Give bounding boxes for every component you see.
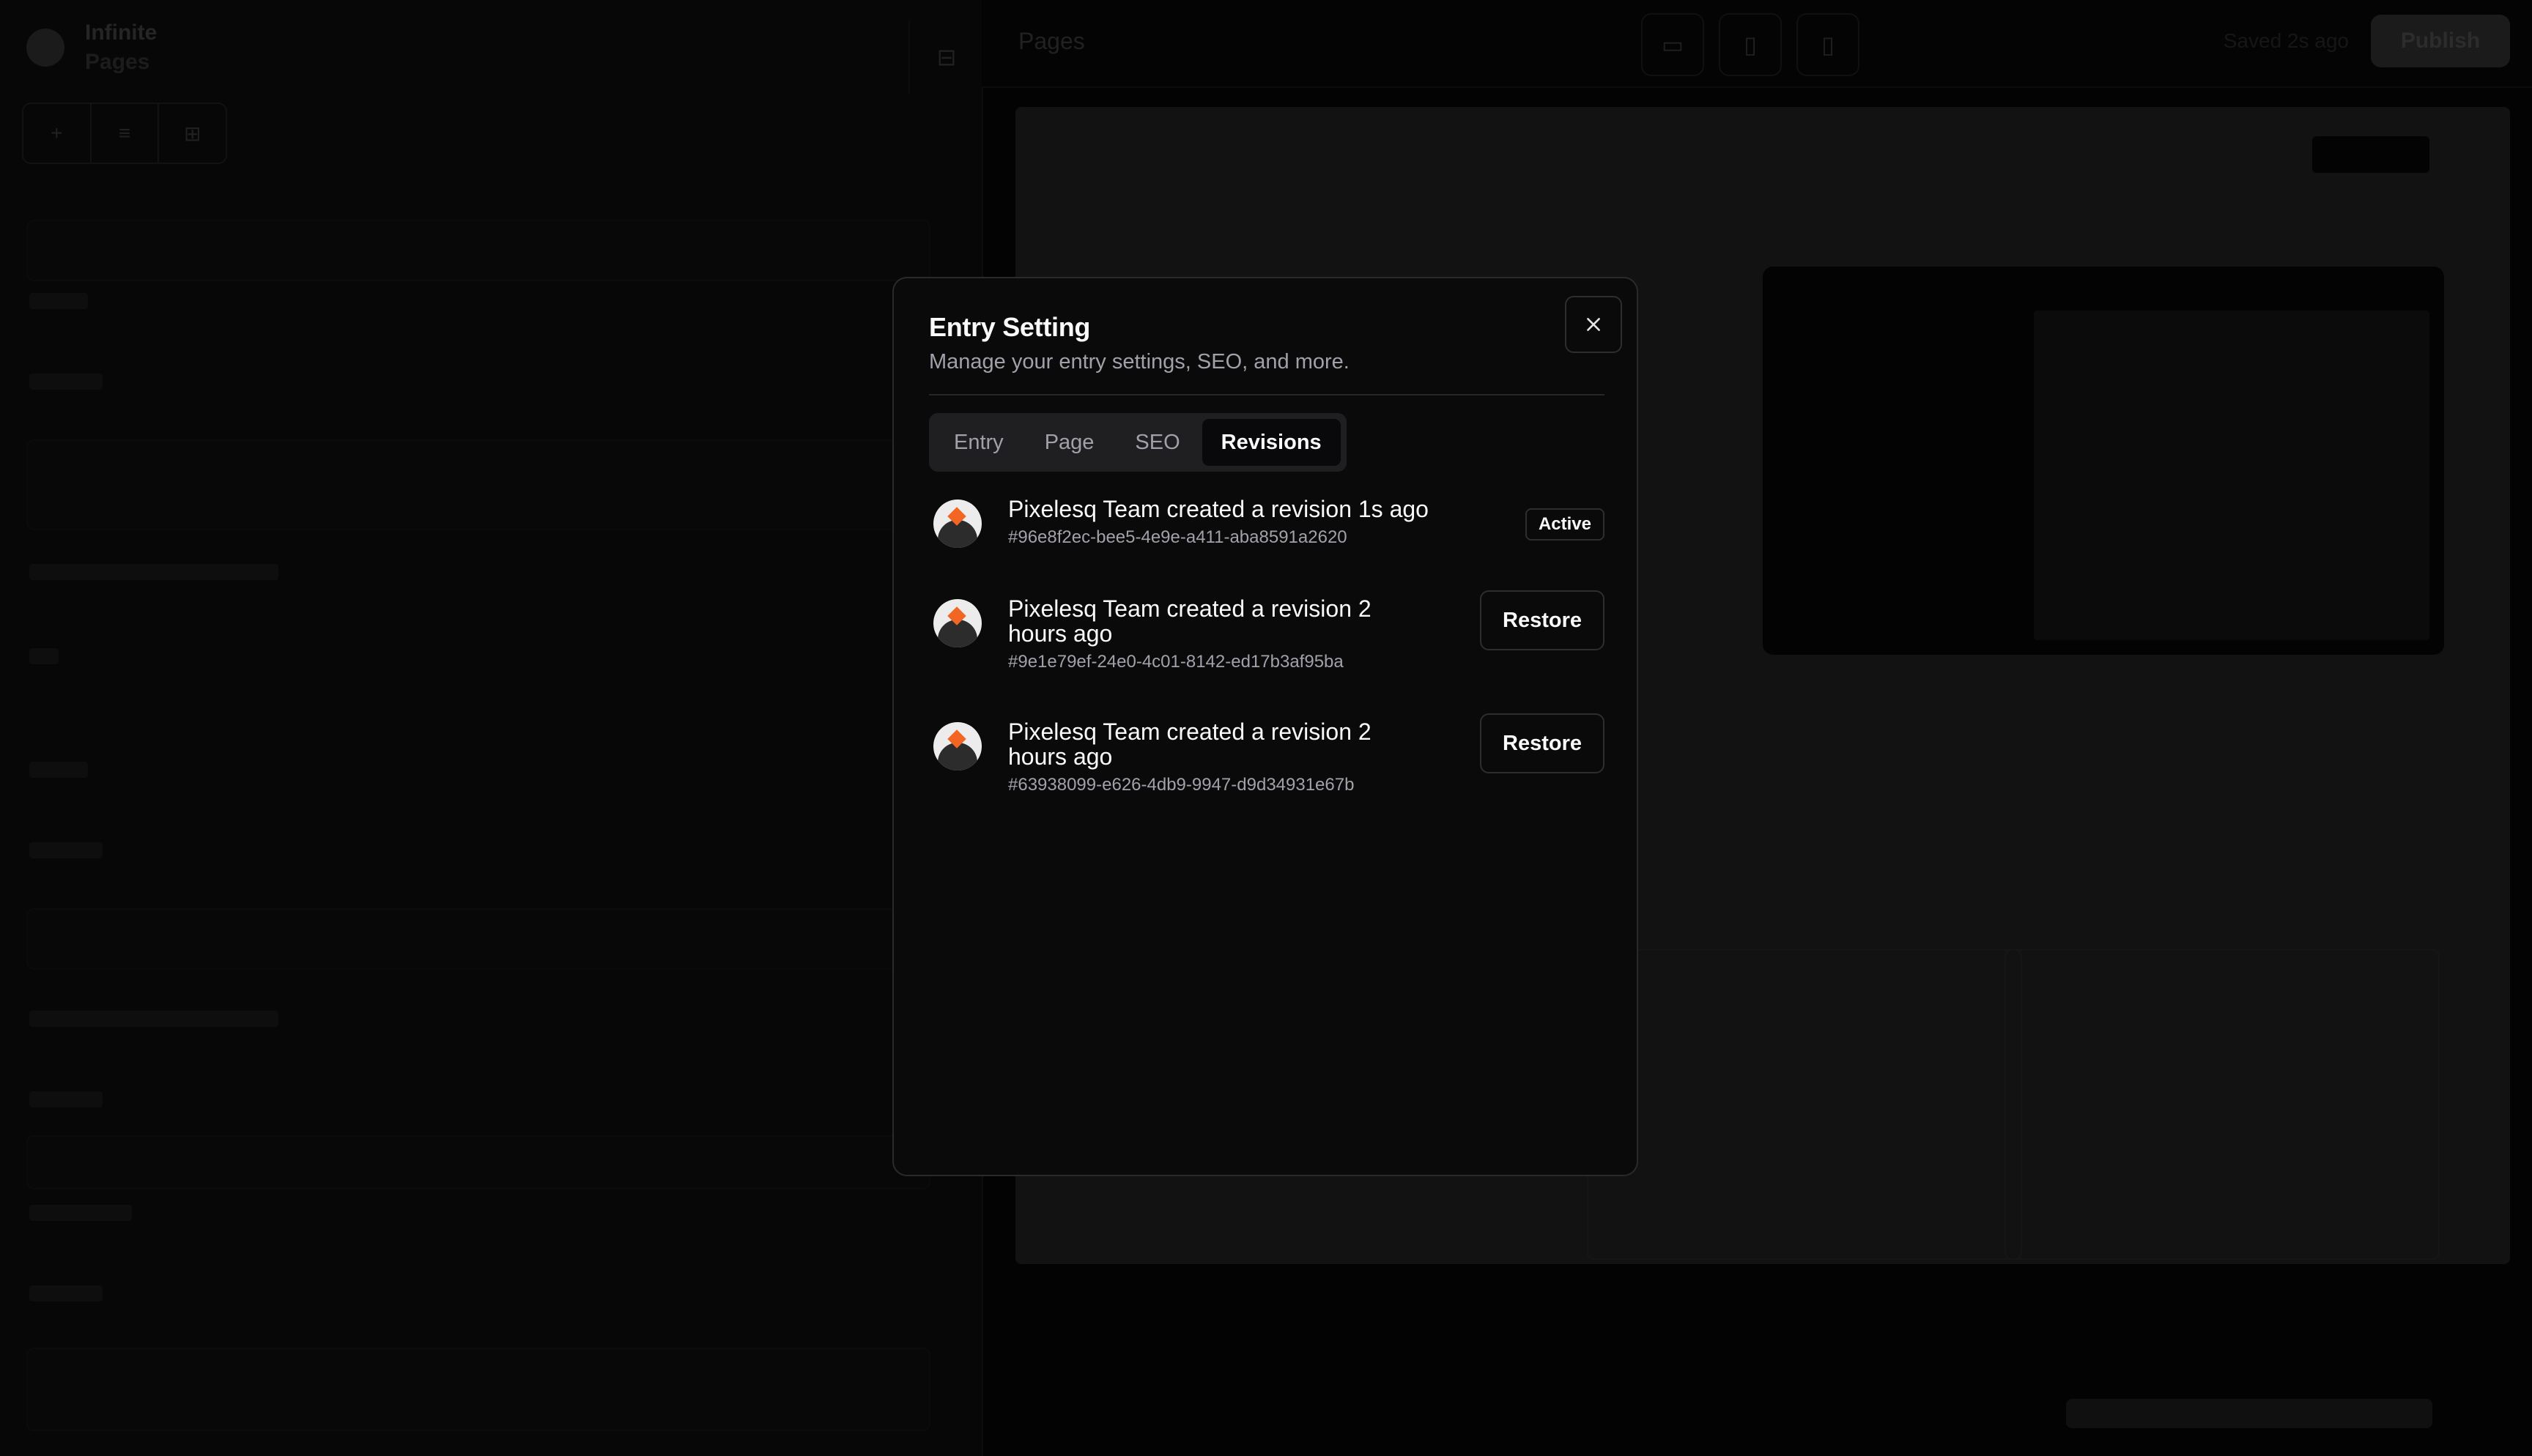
tab-list: Entry Page SEO Revisions [929,413,1347,472]
revision-title: Pixelesq Team created a revision 2 hours… [1008,718,1372,770]
tab-entry[interactable]: Entry [935,419,1023,466]
restore-button[interactable]: Restore [1480,713,1604,773]
revision-id: #63938099-e626-4db9-9947-d9d34931e67b [1008,775,1355,795]
avatar [933,599,982,647]
revision-id: #96e8f2ec-bee5-4e9e-a411-aba8591a2620 [1008,527,1347,547]
tab-page[interactable]: Page [1026,419,1114,466]
restore-button[interactable]: Restore [1480,590,1604,650]
revision-title: Pixelesq Team created a revision 2 hours… [1008,595,1372,647]
close-icon [1587,318,1600,331]
entry-setting-dialog: Entry Setting Manage your entry settings… [892,277,1638,1176]
revision-item: Pixelesq Team created a revision 2 hours… [933,712,1604,835]
revision-id: #9e1e79ef-24e0-4c01-8142-ed17b3af95ba [1008,652,1344,672]
status-badge: Active [1525,508,1604,541]
dialog-description: Manage your entry settings, SEO, and mor… [929,350,1350,374]
tab-seo[interactable]: SEO [1116,419,1199,466]
avatar [933,499,982,548]
revision-item: Pixelesq Team created a revision 1s ago … [933,489,1604,589]
revision-item: Pixelesq Team created a revision 2 hours… [933,589,1604,712]
dialog-title: Entry Setting [929,312,1091,342]
tab-revisions[interactable]: Revisions [1202,419,1341,466]
revision-title: Pixelesq Team created a revision 1s ago [1008,496,1429,522]
divider [929,394,1604,395]
avatar [933,722,982,770]
close-button[interactable] [1565,296,1622,353]
revision-list: Pixelesq Team created a revision 1s ago … [933,489,1604,835]
